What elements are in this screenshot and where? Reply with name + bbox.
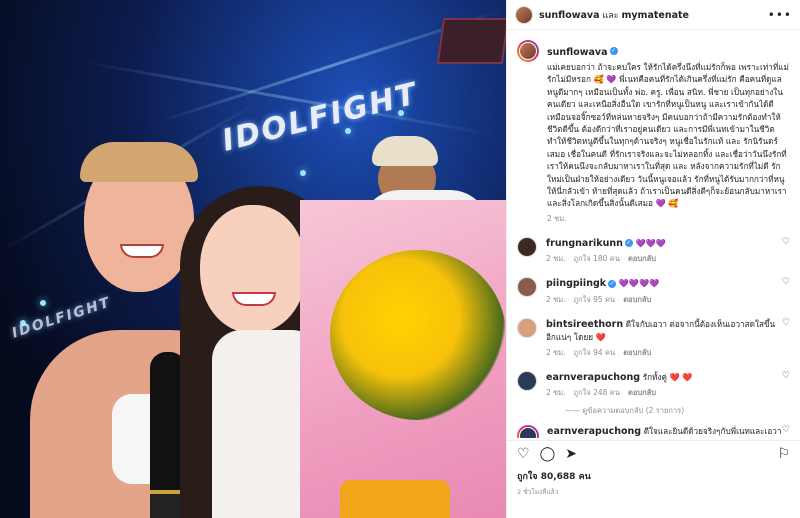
comment-item: piingpiingk ✓ 💜💜💜💜 2 ชม. ถูกใจ 95 คน ตอบกลับ… bbox=[507, 277, 800, 305]
comment-avatar[interactable] bbox=[517, 277, 537, 298]
header-username[interactable]: sunflowava bbox=[539, 10, 600, 21]
background-person-hair bbox=[372, 136, 438, 166]
view-replies-link[interactable]: —— ดูข้อความตอบกลับ (2 รายการ) bbox=[507, 399, 800, 425]
long-comment-username[interactable]: earnverapuchong bbox=[547, 426, 641, 437]
comment-like-icon[interactable]: ♡ bbox=[782, 277, 790, 287]
comment-likes[interactable]: ถูกใจ 180 คน bbox=[574, 253, 620, 265]
comment-reply-button[interactable]: ตอบกลับ bbox=[623, 294, 651, 306]
comment-text: 💜💜💜 bbox=[635, 237, 667, 248]
header-avatar[interactable] bbox=[515, 5, 533, 24]
stage-light bbox=[40, 300, 46, 306]
caption-avatar-ring[interactable] bbox=[517, 40, 539, 62]
comment-like-icon[interactable]: ♡ bbox=[782, 318, 790, 328]
fighter-hair bbox=[80, 142, 198, 182]
long-comment: earnverapuchong ดีใจและยินดีด้วยจริงๆกับ… bbox=[507, 424, 800, 438]
post-photo[interactable]: IDOLFIGHT IDOLFIGHT bbox=[0, 0, 506, 518]
verified-icon: ✓ bbox=[624, 239, 633, 248]
header-joiner: และ bbox=[602, 10, 619, 21]
comment-time[interactable]: 2 ชม. bbox=[546, 294, 566, 306]
woman-face bbox=[200, 205, 306, 333]
caption-text: แม่เคยบอกว่า ถ้าจะคบใคร ให้รักได้ครึ่งนึ… bbox=[547, 62, 789, 209]
comment-username[interactable]: bintsireethorn bbox=[546, 319, 623, 330]
share-icon[interactable]: ➤ bbox=[565, 447, 577, 461]
comment-avatar[interactable] bbox=[517, 317, 537, 338]
likes-count[interactable]: ถูกใจ 80,688 คน bbox=[517, 469, 790, 483]
bouquet-ribbon bbox=[340, 480, 450, 518]
actions-bar: ♡ ◯ ➤ ⚐ ถูกใจ 80,688 คน 2 ชั่วโมงที่แล้ว bbox=[507, 440, 800, 503]
verified-icon: ✓ bbox=[608, 279, 617, 288]
comment-likes[interactable]: ถูกใจ 95 คน bbox=[574, 294, 616, 306]
comment-text: รักทั้งคู่ ❤️ ❤️ bbox=[642, 371, 693, 382]
caption-block: sunflowava ✓ แม่เคยบอกว่า ถ้าจะคบใคร ให้ร… bbox=[507, 40, 800, 225]
comment-like-icon[interactable]: ♡ bbox=[782, 425, 790, 435]
comment-text: 💜💜💜💜 bbox=[618, 278, 660, 289]
comment-time[interactable]: 2 ชม. bbox=[546, 253, 566, 265]
caption-username[interactable]: sunflowava bbox=[547, 47, 608, 58]
comment-reply-button[interactable]: ตอบกลับ bbox=[623, 347, 651, 359]
post-time[interactable]: 2 ชั่วโมงที่แล้ว bbox=[517, 487, 790, 497]
comments-scroll-area[interactable]: sunflowava ✓ แม่เคยบอกว่า ถ้าจะคบใคร ให้ร… bbox=[507, 30, 800, 438]
comment-likes[interactable]: ถูกใจ 94 คน bbox=[574, 347, 616, 359]
view-replies-text: ดูข้อความตอบกลับ (2 รายการ) bbox=[582, 405, 685, 415]
header-collaborator[interactable]: mymatenate bbox=[621, 10, 689, 21]
comment-icon[interactable]: ◯ bbox=[540, 447, 556, 461]
post-side-panel: sunflowava และ mymatenate ••• sunflowava… bbox=[506, 0, 800, 518]
caption-avatar bbox=[519, 42, 537, 60]
post-header: sunflowava และ mymatenate ••• bbox=[507, 0, 800, 30]
comment-likes[interactable]: ถูกใจ 248 คน bbox=[574, 387, 620, 399]
header-names: sunflowava และ mymatenate bbox=[539, 8, 689, 22]
long-comment-avatar-ring[interactable] bbox=[517, 424, 539, 438]
comment-item: earnverapuchong รักทั้งคู่ ❤️ ❤️ 2 ชม. ถูก… bbox=[507, 370, 800, 399]
sunflowers bbox=[330, 250, 506, 420]
bookmark-icon[interactable]: ⚐ bbox=[777, 447, 790, 461]
heart-icon[interactable]: ♡ bbox=[517, 447, 530, 461]
comment-username[interactable]: frungnarikunn bbox=[546, 238, 623, 249]
comment-item: bintsireethorn ดีใจกับเอวา ต่อจากนี้ต้อง… bbox=[507, 317, 800, 359]
comment-time[interactable]: 2 ชม. bbox=[546, 347, 566, 359]
comment-time[interactable]: 2 ชม. bbox=[546, 387, 566, 399]
caption-time: 2 ชม. bbox=[547, 213, 567, 223]
comment-like-icon[interactable]: ♡ bbox=[782, 237, 790, 247]
comment-username[interactable]: earnverapuchong bbox=[546, 372, 640, 383]
comment-like-icon[interactable]: ♡ bbox=[782, 371, 790, 381]
comment-item: frungnarikunn ✓ 💜💜💜 2 ชม. ถูกใจ 180 คน ตอบกล… bbox=[507, 236, 800, 265]
stage-light bbox=[300, 170, 306, 176]
comment-list: frungnarikunn ✓ 💜💜💜 2 ชม. ถูกใจ 180 คน ตอบกล… bbox=[507, 236, 800, 399]
comment-avatar[interactable] bbox=[517, 236, 537, 257]
verified-icon: ✓ bbox=[609, 46, 618, 55]
comment-avatar[interactable] bbox=[517, 370, 537, 391]
comment-reply-button[interactable]: ตอบกลับ bbox=[628, 387, 656, 399]
comment-username[interactable]: piingpiingk bbox=[546, 278, 606, 289]
long-comment-avatar bbox=[519, 426, 537, 438]
more-icon[interactable]: ••• bbox=[768, 8, 792, 22]
arena-screen bbox=[436, 18, 506, 64]
comment-reply-button[interactable]: ตอบกลับ bbox=[628, 253, 656, 265]
